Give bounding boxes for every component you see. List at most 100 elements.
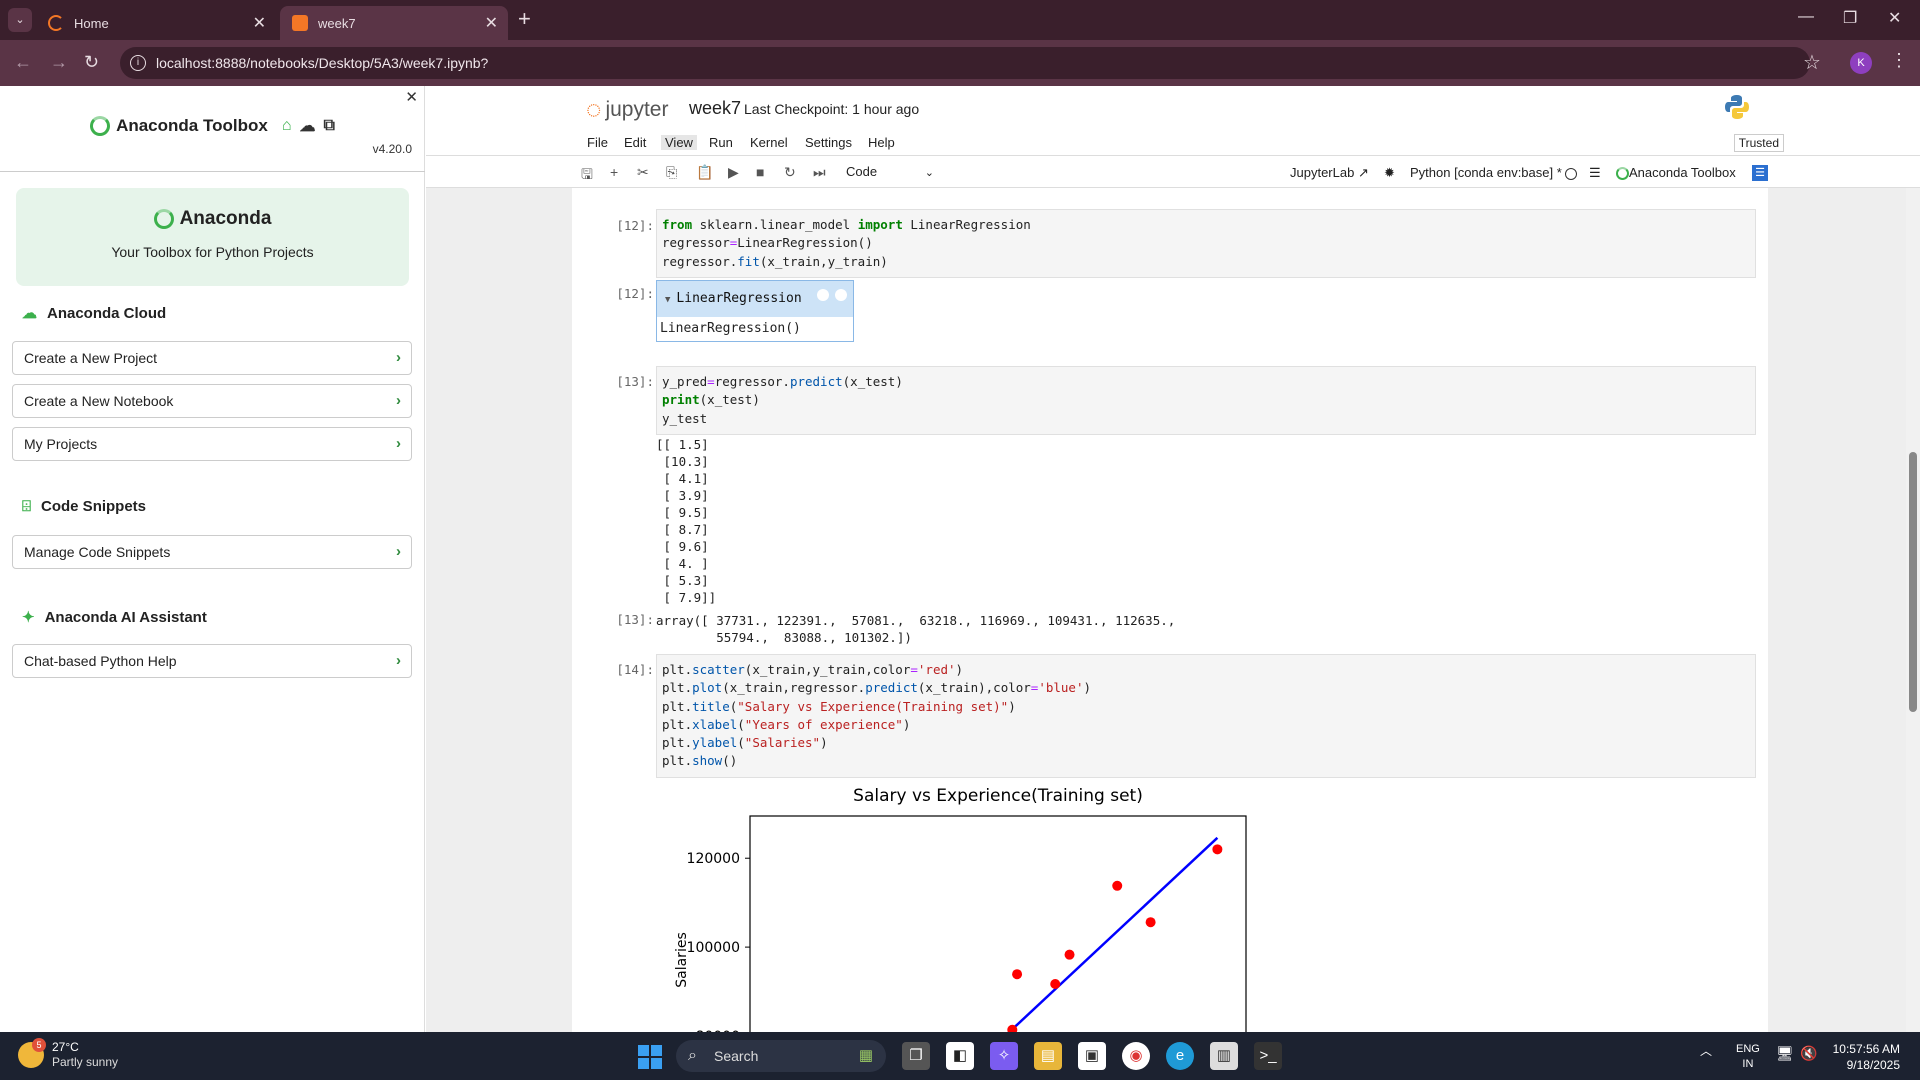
- create-project-button[interactable]: Create a New Project ›: [12, 341, 412, 375]
- search-label: Search: [714, 1048, 759, 1064]
- output-prompt: [12]:: [616, 286, 654, 301]
- jupyter-logo[interactable]: ◌ jupyter: [586, 94, 668, 125]
- home-icon[interactable]: ⌂: [282, 117, 292, 135]
- notebook-scrollbar[interactable]: [1906, 188, 1920, 1032]
- copy-icon[interactable]: ⎘: [666, 164, 677, 181]
- fitted-icon: [835, 289, 847, 301]
- item-label: Create a New Project: [24, 350, 158, 366]
- menu-edit[interactable]: Edit: [624, 135, 646, 150]
- menu-kernel[interactable]: Kernel: [750, 135, 788, 150]
- table-of-contents-icon[interactable]: ☰: [1752, 165, 1768, 181]
- close-icon[interactable]: ✕: [485, 13, 498, 33]
- new-tab-button[interactable]: +: [518, 6, 531, 32]
- cell-prompt: [12]:: [616, 218, 654, 233]
- jupyter-logo-icon: ◌: [586, 94, 602, 124]
- back-icon[interactable]: ←: [14, 52, 32, 73]
- manage-snippets-button[interactable]: Manage Code Snippets ›: [12, 535, 412, 569]
- trusted-indicator[interactable]: Trusted: [1733, 134, 1784, 152]
- menu-run[interactable]: Run: [709, 135, 733, 150]
- toolbox-title-text: Anaconda Toolbox: [116, 116, 268, 135]
- volume-muted-icon[interactable]: 🔇: [1800, 1045, 1817, 1062]
- tab-search-button[interactable]: ⌄: [8, 8, 32, 32]
- site-info-icon[interactable]: i: [130, 55, 146, 71]
- restart-icon[interactable]: ↻: [784, 164, 796, 181]
- anaconda-toolbox-panel: ✕ Anaconda Toolbox ⌂ ☁ ⧉ v4.20.0 Anacond…: [0, 86, 425, 1032]
- forward-icon[interactable]: →: [50, 52, 68, 73]
- menu-bar: File Edit View Run Kernel Settings Help …: [426, 132, 1920, 156]
- close-icon[interactable]: ✕: [253, 13, 266, 33]
- scatter-point: [1050, 979, 1061, 989]
- my-projects-button[interactable]: My Projects ›: [12, 427, 412, 461]
- snippet-icon[interactable]: ⧉: [323, 117, 334, 135]
- python-help-button[interactable]: Chat-based Python Help ›: [12, 644, 412, 678]
- insert-cell-icon[interactable]: +: [610, 164, 618, 180]
- profile-avatar[interactable]: K: [1850, 52, 1872, 74]
- weather-widget[interactable]: 5 27°C Partly sunny: [18, 1038, 119, 1070]
- estimator-widget[interactable]: ▼ LinearRegression LinearRegression(): [656, 280, 854, 342]
- chrome-icon[interactable]: ◉: [1122, 1042, 1150, 1070]
- terminal-icon[interactable]: >_: [1254, 1042, 1282, 1070]
- edge-icon[interactable]: e: [1166, 1042, 1194, 1070]
- cell-prompt: [13]:: [616, 374, 654, 389]
- code-cell-input[interactable]: y_pred=regressor.predict(x_test) print(x…: [656, 366, 1756, 435]
- store-icon[interactable]: ▣: [1078, 1042, 1106, 1070]
- browser-menu-icon[interactable]: ⋮: [1890, 50, 1908, 71]
- notebook-name[interactable]: week7: [689, 98, 741, 119]
- language-indicator[interactable]: ENG IN: [1736, 1042, 1760, 1072]
- minimize-icon[interactable]: —: [1798, 8, 1814, 26]
- system-clock[interactable]: 10:57:56 AM 9/18/2025: [1833, 1041, 1900, 1073]
- fast-forward-icon[interactable]: ⏭: [813, 164, 826, 181]
- tab-week7[interactable]: week7 ✕: [280, 6, 508, 40]
- scrollbar-thumb[interactable]: [1909, 452, 1917, 712]
- code-snippet-icon: ⌹: [22, 498, 32, 515]
- save-icon[interactable]: 🖫: [581, 164, 593, 188]
- tray-chevron-icon[interactable]: ︿: [1700, 1042, 1712, 1059]
- code-cell-input[interactable]: from sklearn.linear_model import LinearR…: [656, 209, 1756, 278]
- chart-plot-area: [749, 815, 1247, 1032]
- list-icon[interactable]: ☰: [1589, 165, 1601, 181]
- network-icon[interactable]: 🖥: [1776, 1045, 1794, 1062]
- run-icon[interactable]: ▶: [728, 164, 739, 181]
- debugger-icon[interactable]: ✹: [1384, 165, 1395, 181]
- menu-help[interactable]: Help: [868, 135, 895, 150]
- task-view-icon[interactable]: ❐: [902, 1042, 930, 1070]
- stop-icon[interactable]: ■: [756, 164, 764, 180]
- cell-type-value: Code: [846, 164, 878, 179]
- cloud-icon[interactable]: ☁: [299, 116, 315, 136]
- weather-condition: Partly sunny: [52, 1055, 119, 1069]
- paste-icon[interactable]: 📋: [696, 164, 713, 181]
- section-title: Code Snippets: [41, 498, 147, 515]
- window-close-icon[interactable]: ✕: [1888, 8, 1901, 28]
- app-icon[interactable]: ◧: [946, 1042, 974, 1070]
- chevron-down-icon: ⌄: [924, 167, 934, 179]
- copilot-icon[interactable]: ✧: [990, 1042, 1018, 1070]
- restore-icon[interactable]: ❐: [1843, 8, 1857, 28]
- file-explorer-icon[interactable]: ▤: [1034, 1042, 1062, 1070]
- toolbox-label: Anaconda Toolbox: [1629, 165, 1736, 180]
- jupyter-favicon-icon: [48, 15, 64, 31]
- taskbar: 5 27°C Partly sunny ⌕ Search ▦ ❐ ◧ ✧ ▤ ▣…: [0, 1032, 1920, 1080]
- anaconda-toolbox-button[interactable]: Anaconda Toolbox: [1616, 165, 1736, 181]
- cut-icon[interactable]: ✂: [637, 164, 649, 181]
- documents-icon[interactable]: ▥: [1210, 1042, 1238, 1070]
- python-logo-icon: [1725, 95, 1749, 119]
- anaconda-logo-icon: [153, 209, 174, 229]
- start-button[interactable]: [638, 1045, 662, 1069]
- close-panel-icon[interactable]: ✕: [405, 88, 418, 106]
- code-cell-input[interactable]: plt.scatter(x_train,y_train,color='red')…: [656, 654, 1756, 778]
- jupyterlab-link[interactable]: JupyterLab ↗: [1290, 165, 1369, 181]
- address-bar[interactable]: i localhost:8888/notebooks/Desktop/5A3/w…: [120, 47, 1810, 79]
- tab-home[interactable]: Home ✕: [36, 6, 276, 40]
- menu-settings[interactable]: Settings: [805, 135, 852, 150]
- menu-file[interactable]: File: [587, 135, 608, 150]
- kernel-name[interactable]: Python [conda env:base] *: [1410, 165, 1562, 180]
- menu-view[interactable]: View: [661, 135, 697, 150]
- create-notebook-button[interactable]: Create a New Notebook ›: [12, 384, 412, 418]
- info-icon[interactable]: [817, 289, 829, 301]
- widgets-icon[interactable]: ▦: [852, 1042, 880, 1070]
- divider: [0, 171, 425, 172]
- bookmark-star-icon[interactable]: ☆: [1803, 50, 1821, 75]
- cell-type-select[interactable]: Code ⌄: [846, 164, 934, 179]
- reload-icon[interactable]: ↻: [84, 52, 99, 73]
- item-label: Chat-based Python Help: [24, 653, 177, 669]
